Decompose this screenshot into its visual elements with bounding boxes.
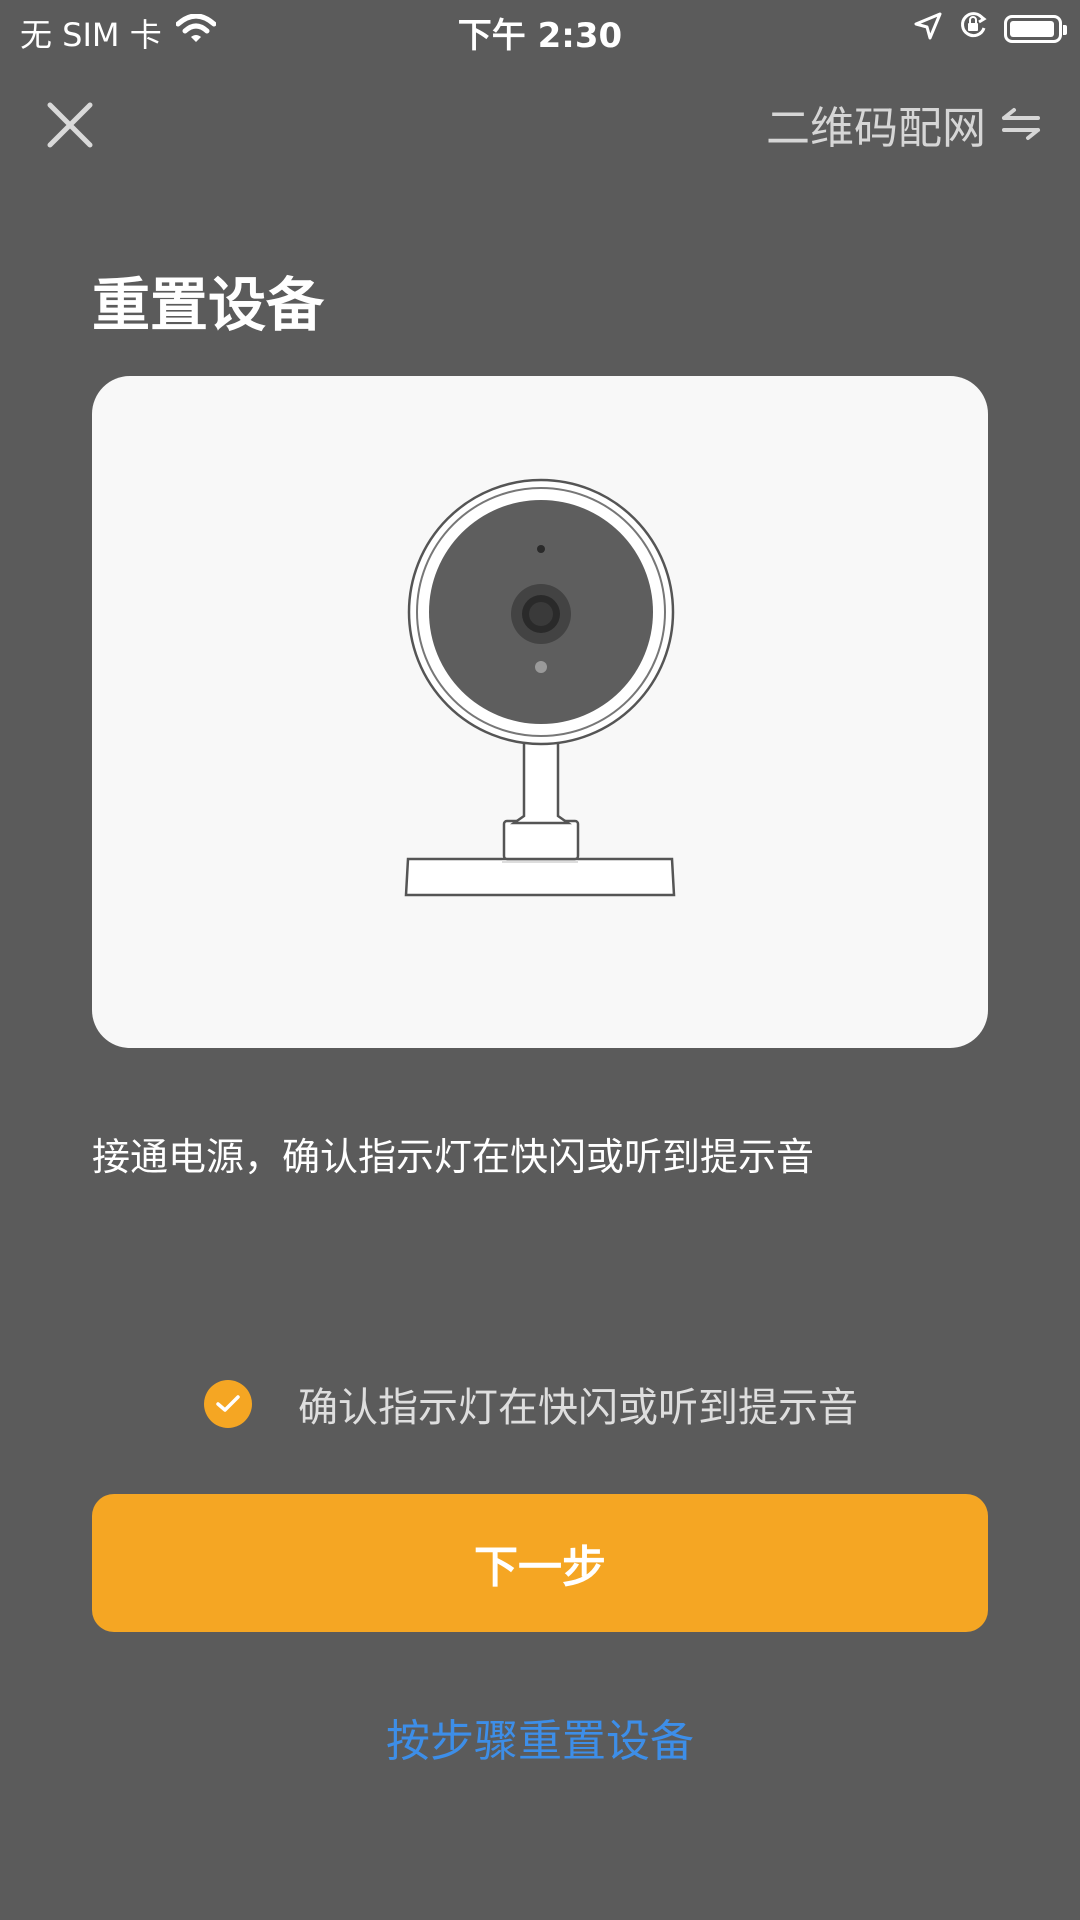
next-step-button[interactable]: 下一步: [92, 1494, 988, 1632]
reset-steps-link[interactable]: 按步骤重置设备: [0, 1705, 1080, 1769]
close-button[interactable]: [40, 95, 100, 155]
page-title: 重置设备: [92, 271, 325, 339]
battery-icon: [1004, 15, 1067, 43]
screen: 无 SIM 卡 下午 2:30 二维码配网 重置设备 接通电源，确认指示灯在快闪…: [0, 0, 1080, 1920]
close-icon: [47, 102, 93, 148]
device-illustration-card: [92, 376, 988, 1048]
swap-arrows-icon: [1002, 108, 1040, 140]
qr-config-label: 二维码配网: [766, 103, 986, 154]
qr-config-switch[interactable]: 二维码配网: [766, 92, 1042, 156]
checkmark-icon: [216, 1395, 240, 1412]
checkbox-checked[interactable]: [204, 1380, 252, 1428]
rotation-lock-icon: [958, 10, 988, 48]
camera-illustration: [404, 478, 676, 897]
confirm-checkbox[interactable]: 确认指示灯在快闪或听到提示音: [204, 1375, 858, 1433]
status-bar: 无 SIM 卡 下午 2:30: [0, 0, 1080, 58]
instruction-text: 接通电源，确认指示灯在快闪或听到提示音: [92, 1135, 815, 1179]
location-arrow-icon: [914, 10, 942, 48]
status-bar-right: [914, 10, 1067, 48]
confirm-label: 确认指示灯在快闪或听到提示音: [298, 1385, 858, 1431]
